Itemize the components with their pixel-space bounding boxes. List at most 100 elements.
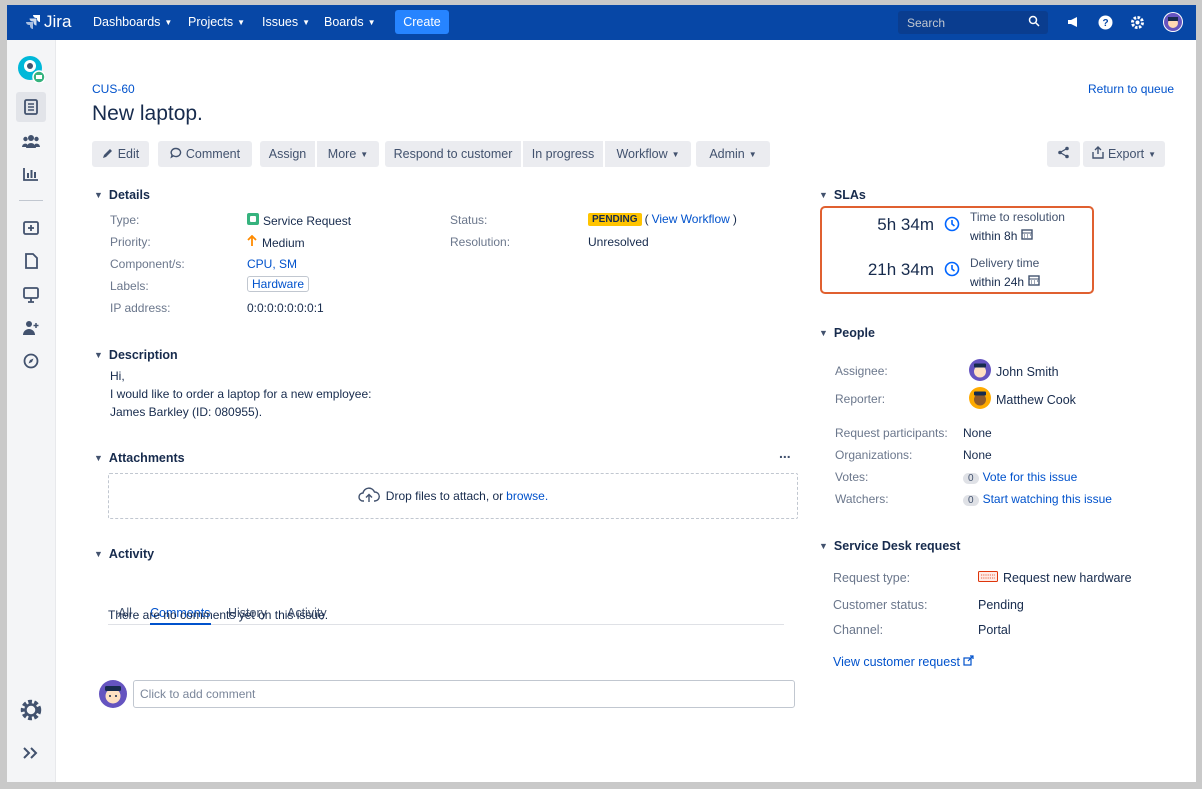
create-button[interactable]: Create	[395, 10, 449, 34]
current-user-avatar	[99, 680, 127, 708]
no-comments-text: There are no comments yet on this issue.	[108, 608, 329, 622]
chevron-down-icon: ▼	[360, 149, 369, 159]
export-button[interactable]: Export ▼	[1083, 141, 1165, 167]
watchers-count-badge: 0	[963, 495, 979, 506]
user-avatar[interactable]	[1163, 12, 1183, 32]
respond-to-customer-button[interactable]: Respond to customer	[385, 141, 521, 167]
in-progress-button[interactable]: In progress	[523, 141, 603, 167]
resolution-value: Unresolved	[588, 235, 649, 249]
channels-icon[interactable]	[16, 280, 46, 310]
expand-sidebar-icon[interactable]	[16, 738, 46, 768]
top-navigation: Jira Dashboards ▼ Projects ▼ Issues ▼ Board…	[7, 5, 1196, 40]
customer-status-value: Pending	[978, 598, 1024, 612]
view-workflow-link[interactable]: View Workflow	[652, 212, 730, 226]
svg-text:?: ?	[1102, 18, 1108, 29]
chevron-down-icon: ▼	[302, 17, 311, 27]
edit-button[interactable]: Edit	[92, 141, 149, 167]
activity-section-toggle[interactable]: ▼ Activity	[94, 547, 154, 561]
chevron-down-icon: ▼	[164, 17, 173, 27]
drop-text: Drop files to attach, or	[385, 489, 504, 503]
chevron-down-icon: ▼	[367, 17, 376, 27]
workflow-button[interactable]: Workflow ▼	[605, 141, 691, 167]
votes-value: 0 Vote for this issue	[963, 470, 1077, 484]
assign-button[interactable]: Assign	[260, 141, 315, 167]
chevron-down-icon: ▼	[819, 190, 828, 200]
reporter-avatar	[969, 387, 991, 412]
sla-name-delivery: Delivery time	[970, 256, 1040, 270]
invite-team-icon[interactable]	[16, 313, 46, 343]
calendar-icon	[1021, 228, 1034, 243]
issue-key-link[interactable]: CUS-60	[92, 82, 135, 96]
component-link[interactable]: CPU, SM	[247, 257, 297, 271]
assignee-avatar	[969, 359, 991, 384]
clock-icon	[944, 261, 960, 280]
watch-link[interactable]: Start watching this issue	[983, 492, 1112, 506]
compass-icon[interactable]	[16, 346, 46, 376]
app-window: Jira Dashboards ▼ Projects ▼ Issues ▼ Board…	[7, 5, 1196, 782]
chevron-down-icon: ▼	[819, 328, 828, 338]
customer-status-label: Customer status:	[833, 598, 928, 612]
arrow-up-icon	[247, 234, 257, 250]
main-content: CUS-60 New laptop. Return to queue Edit …	[55, 40, 1196, 782]
nav-dashboards[interactable]: Dashboards ▼	[93, 15, 172, 29]
search-input[interactable]: Search	[898, 11, 1048, 34]
nav-projects[interactable]: Projects ▼	[188, 15, 245, 29]
megaphone-icon[interactable]	[1064, 13, 1082, 31]
assignee-value[interactable]: John Smith	[969, 359, 1059, 384]
attachment-dropzone[interactable]: Drop files to attach, or browse.	[108, 473, 798, 519]
labels-value: Hardware	[247, 276, 310, 292]
chevron-down-icon: ▼	[819, 541, 828, 551]
external-link-icon	[963, 655, 974, 669]
comment-button[interactable]: Comment	[158, 141, 252, 167]
attachments-section-toggle[interactable]: ▼ Attachments	[94, 451, 185, 465]
attachments-more-button[interactable]: ...	[779, 445, 791, 461]
view-customer-request-link[interactable]: View customer request	[833, 655, 974, 669]
gear-icon[interactable]	[1128, 13, 1146, 31]
pencil-icon	[102, 147, 114, 162]
label-chip[interactable]: Hardware	[247, 276, 310, 292]
description-section-toggle[interactable]: ▼ Description	[94, 348, 178, 362]
participants-label: Request participants:	[835, 426, 948, 440]
sidebar	[7, 40, 56, 782]
raise-request-icon[interactable]	[16, 213, 46, 243]
description-line-3: James Barkley (ID: 080955).	[110, 405, 263, 419]
chevron-down-icon: ▼	[748, 149, 757, 159]
jira-logo[interactable]: Jira	[25, 12, 71, 32]
return-to-queue-link[interactable]: Return to queue	[1088, 82, 1174, 96]
chevron-down-icon: ▼	[94, 350, 103, 360]
nav-boards[interactable]: Boards ▼	[324, 15, 376, 29]
description-line-2: I would like to order a laptop for a new…	[110, 387, 372, 401]
chevron-down-icon: ▼	[94, 453, 103, 463]
export-icon	[1092, 146, 1104, 162]
component-label: Component/s:	[110, 257, 185, 271]
browse-link[interactable]: browse.	[506, 489, 548, 503]
help-icon[interactable]: ?	[1096, 13, 1114, 31]
customers-icon[interactable]	[16, 126, 46, 156]
vote-link[interactable]: Vote for this issue	[983, 470, 1078, 484]
calendar-icon	[1028, 274, 1040, 289]
comment-icon	[170, 147, 182, 162]
assignee-label: Assignee:	[835, 364, 888, 378]
priority-label: Priority:	[110, 235, 151, 249]
details-section-toggle[interactable]: ▼ Details	[94, 188, 150, 202]
people-section-toggle[interactable]: ▼ People	[819, 326, 875, 340]
knowledge-base-icon[interactable]	[16, 246, 46, 276]
status-value: PENDING(View Workflow)	[588, 212, 737, 226]
status-badge: PENDING	[588, 212, 642, 226]
settings-gear-icon[interactable]	[16, 695, 46, 725]
share-button[interactable]	[1047, 141, 1080, 167]
project-avatar-icon[interactable]	[16, 54, 46, 84]
admin-button[interactable]: Admin ▼	[696, 141, 770, 167]
nav-issues[interactable]: Issues ▼	[262, 15, 310, 29]
votes-count-badge: 0	[963, 473, 979, 484]
reports-icon[interactable]	[16, 159, 46, 189]
jira-logo-icon	[26, 15, 40, 29]
slas-section-toggle[interactable]: ▼ SLAs	[819, 188, 866, 202]
issue-title: New laptop.	[92, 102, 203, 125]
queues-icon[interactable]	[16, 92, 46, 122]
add-comment-input[interactable]: Click to add comment	[133, 680, 795, 708]
service-desk-section-toggle[interactable]: ▼ Service Desk request	[819, 539, 960, 553]
reporter-value[interactable]: Matthew Cook	[969, 387, 1076, 412]
more-button[interactable]: More ▼	[317, 141, 379, 167]
reporter-label: Reporter:	[835, 392, 886, 406]
